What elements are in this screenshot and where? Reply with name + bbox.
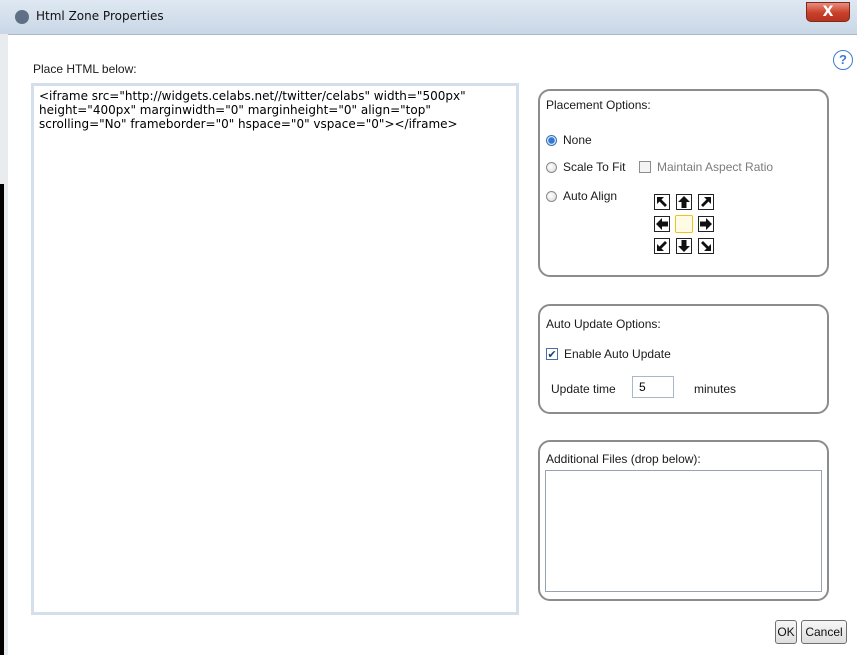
radio-auto-align-label: Auto Align — [563, 189, 618, 203]
cancel-button[interactable]: Cancel — [801, 620, 847, 644]
ok-button[interactable]: OK — [775, 620, 797, 644]
arrow-down-right-icon[interactable] — [698, 238, 714, 254]
close-button[interactable]: X — [806, 2, 850, 22]
placement-options-title: Placement Options: — [546, 98, 651, 112]
enable-auto-update-checkbox[interactable]: ✔ — [546, 348, 558, 360]
update-time-label: Update time — [551, 382, 616, 396]
radio-auto-align[interactable] — [546, 191, 557, 202]
enable-auto-update-label: Enable Auto Update — [564, 347, 671, 361]
file-drop-area[interactable] — [545, 470, 822, 592]
help-icon[interactable]: ? — [833, 50, 853, 70]
maintain-aspect-checkbox[interactable] — [639, 161, 651, 173]
radio-none-label: None — [563, 133, 592, 147]
arrow-up-left-icon[interactable] — [654, 194, 670, 210]
auto-update-options-title: Auto Update Options: — [546, 317, 661, 331]
arrow-down-icon[interactable] — [676, 238, 692, 254]
arrow-down-left-icon[interactable] — [654, 238, 670, 254]
radio-none[interactable] — [546, 135, 557, 146]
html-textarea[interactable] — [31, 83, 519, 615]
radio-scale-to-fit-label: Scale To Fit — [563, 160, 626, 174]
additional-files-title: Additional Files (drop below): — [546, 452, 701, 466]
app-icon — [15, 10, 29, 24]
left-frame — [0, 34, 8, 655]
arrow-up-right-icon[interactable] — [698, 194, 714, 210]
arrow-up-icon[interactable] — [676, 194, 692, 210]
maintain-aspect-label: Maintain Aspect Ratio — [657, 160, 774, 174]
radio-scale-to-fit[interactable] — [546, 162, 557, 173]
html-label: Place HTML below: — [33, 62, 137, 76]
arrow-right-icon[interactable] — [698, 216, 714, 232]
minutes-label: minutes — [694, 382, 737, 396]
update-time-input[interactable] — [632, 376, 674, 398]
center-icon[interactable] — [675, 215, 693, 233]
window-title: Html Zone Properties — [36, 9, 164, 23]
arrow-left-icon[interactable] — [654, 216, 670, 232]
